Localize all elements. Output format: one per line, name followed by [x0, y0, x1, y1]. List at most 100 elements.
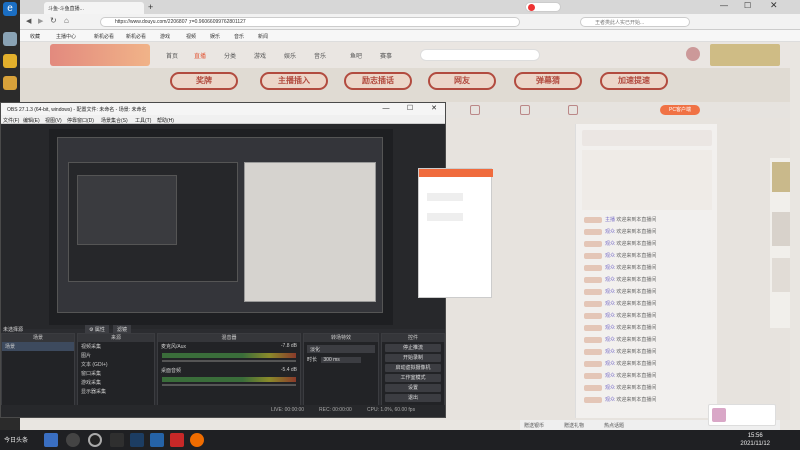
room-feature-icon[interactable] [520, 105, 530, 115]
user-avatar[interactable] [686, 47, 700, 61]
banner-pill[interactable]: 网友 [428, 72, 496, 90]
refresh-icon[interactable]: ↻ [50, 16, 57, 25]
douyu-logo[interactable] [50, 44, 150, 66]
nav-fishbar[interactable]: 鱼吧 [350, 51, 362, 60]
bookmark-item[interactable]: 游戏 [160, 33, 170, 40]
bookmark-item[interactable]: 新机必看 [94, 33, 114, 40]
menu-dock[interactable]: 停靠窗口(D) [67, 117, 94, 124]
taskbar-app-icon[interactable] [170, 433, 184, 447]
banner-pill[interactable]: 奖牌 [170, 72, 238, 90]
chat-user[interactable]: 观众 [605, 325, 615, 331]
obs-preview[interactable] [49, 129, 393, 325]
side-promo-image[interactable] [772, 162, 790, 192]
footer-link[interactable]: 赠送礼物 [564, 422, 584, 429]
floating-dialog[interactable] [418, 168, 493, 298]
source-item[interactable]: 文本 (GDI+) [78, 360, 154, 369]
chat-user[interactable]: 观众 [605, 397, 615, 403]
new-tab-icon[interactable]: + [148, 2, 153, 12]
start-recording-button[interactable]: 开始录制 [385, 354, 441, 362]
home-icon[interactable]: ⌂ [64, 16, 69, 25]
transition-select[interactable]: 淡化 [307, 345, 375, 353]
source-item[interactable]: 显示器采集 [78, 387, 154, 396]
menu-tools[interactable]: 工具(T) [135, 117, 151, 124]
pc-client-badge[interactable]: PC客户端 [660, 105, 700, 115]
side-promo-image[interactable] [772, 258, 790, 292]
source-item[interactable]: 游戏采集 [78, 378, 154, 387]
duration-field[interactable]: 300 ms [321, 357, 362, 363]
bookmark-item[interactable]: 视频 [186, 33, 196, 40]
volume-slider[interactable] [162, 384, 296, 386]
nav-game[interactable]: 游戏 [254, 51, 266, 60]
forward-icon[interactable]: ▶ [38, 17, 43, 25]
volume-slider[interactable] [162, 360, 296, 362]
banner-pill[interactable]: 主播插入 [260, 72, 328, 90]
banner-pill[interactable]: 励志插话 [344, 72, 412, 90]
room-feature-icon[interactable] [470, 105, 480, 115]
obs-taskbar-icon[interactable] [88, 433, 102, 447]
app-icon[interactable] [3, 32, 17, 46]
folder-icon[interactable] [3, 54, 17, 68]
browser-search-field[interactable]: 王者类此人实已开始... [580, 17, 690, 27]
ie-icon[interactable]: e [3, 2, 17, 16]
system-clock[interactable]: 15:56 2021/11/12 [740, 432, 770, 448]
url-field[interactable]: https://www.douyu.com/2206807 ;r=0.96066… [100, 17, 520, 27]
bookmark-item[interactable]: 新闻 [258, 33, 268, 40]
chat-user[interactable]: 观众 [605, 313, 615, 319]
scene-item[interactable]: 场景 [2, 342, 74, 351]
chat-user[interactable]: 观众 [605, 277, 615, 283]
settings-button[interactable]: 设置 [385, 384, 441, 392]
minimize-icon[interactable]: — [720, 1, 728, 10]
header-search[interactable] [420, 49, 540, 61]
side-promo-image[interactable] [772, 212, 790, 246]
chat-user[interactable]: 观众 [605, 337, 615, 343]
obs-minimize-icon[interactable]: — [381, 104, 391, 114]
taskbar-app-icon[interactable] [190, 433, 204, 447]
nav-category[interactable]: 分类 [224, 51, 236, 60]
chat-user[interactable]: 观众 [605, 241, 615, 247]
banner-pill[interactable]: 弹幕猜 [514, 72, 582, 90]
nav-ent[interactable]: 娱乐 [284, 51, 296, 60]
dialog-field[interactable] [427, 213, 463, 221]
bookmark-item[interactable]: 音乐 [234, 33, 244, 40]
footer-link[interactable]: 热点话题 [604, 422, 624, 429]
virtual-camera-button[interactable]: 启动虚拟摄像机 [385, 364, 441, 372]
chat-user[interactable]: 主播 [605, 217, 615, 223]
source-item[interactable]: 图片 [78, 351, 154, 360]
chat-user[interactable]: 观众 [605, 349, 615, 355]
nav-music[interactable]: 音乐 [314, 51, 326, 60]
exit-button[interactable]: 退出 [385, 394, 441, 402]
obs-close-icon[interactable]: ✕ [429, 104, 439, 114]
bookmark-item[interactable]: 主播中心 [56, 33, 76, 40]
promo-image[interactable] [710, 44, 780, 66]
close-icon[interactable]: ✕ [770, 0, 778, 11]
app-icon[interactable] [3, 76, 17, 90]
room-feature-icon[interactable] [568, 105, 578, 115]
taskbar-app-icon[interactable] [110, 433, 124, 447]
stop-stream-button[interactable]: 停止推流 [385, 344, 441, 352]
chat-user[interactable]: 观众 [605, 289, 615, 295]
taskbar-app-icon[interactable] [150, 433, 164, 447]
source-item[interactable]: 窗口采集 [78, 369, 154, 378]
nav-live[interactable]: 直播 [194, 51, 206, 60]
record-badge[interactable] [525, 2, 561, 12]
bookmark-item[interactable]: 收藏 [30, 33, 40, 40]
menu-view[interactable]: 视图(V) [45, 117, 62, 124]
start-button[interactable]: 今日头条 [4, 435, 28, 444]
banner-pill[interactable]: 加速提速 [600, 72, 668, 90]
bookmark-item[interactable]: 娱乐 [210, 33, 220, 40]
chat-user[interactable]: 观众 [605, 253, 615, 259]
obs-maximize-icon[interactable]: ☐ [405, 104, 415, 114]
nav-match[interactable]: 赛事 [380, 51, 392, 60]
nav-home[interactable]: 首页 [166, 51, 178, 60]
footer-link[interactable]: 赠送银币 [524, 422, 544, 429]
chat-user[interactable]: 观众 [605, 229, 615, 235]
chat-user[interactable]: 观众 [605, 361, 615, 367]
bookmark-item[interactable]: 新机必看 [126, 33, 146, 40]
taskbar-app-icon[interactable] [66, 433, 80, 447]
chat-user[interactable]: 观众 [605, 301, 615, 307]
tab-douyu[interactable]: 斗鱼-斗鱼直播... [44, 2, 144, 14]
menu-help[interactable]: 帮助(H) [157, 117, 174, 124]
menu-edit[interactable]: 编辑(E) [23, 117, 40, 124]
source-item[interactable]: 视频采集 [78, 342, 154, 351]
dialog-field[interactable] [427, 193, 463, 201]
